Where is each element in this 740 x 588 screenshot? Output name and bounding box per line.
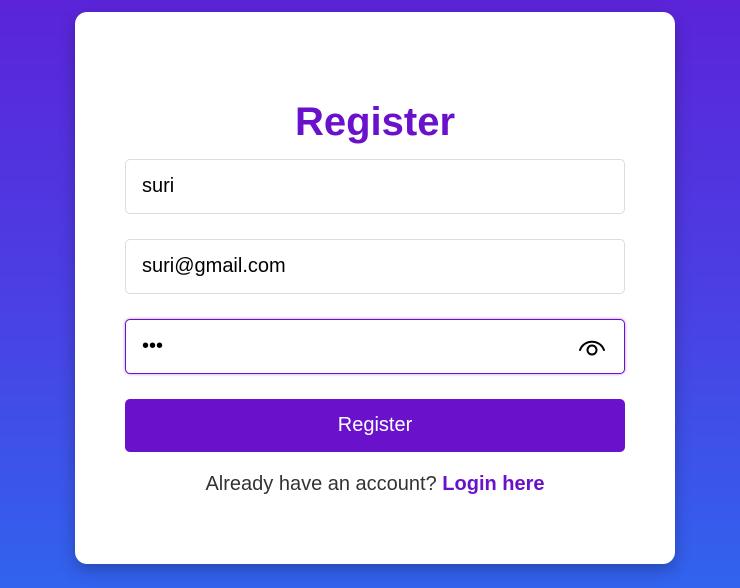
page-title: Register bbox=[294, 100, 456, 144]
password-field[interactable] bbox=[125, 319, 625, 374]
login-link[interactable]: Login here bbox=[442, 473, 544, 495]
username-field[interactable] bbox=[125, 159, 625, 214]
register-card: Register Register Already have an accoun… bbox=[75, 12, 675, 564]
username-input[interactable] bbox=[126, 160, 562, 213]
register-button[interactable]: Register bbox=[125, 399, 625, 452]
password-input[interactable] bbox=[126, 320, 562, 373]
email-field[interactable] bbox=[125, 239, 625, 294]
login-prompt: Already have an account? Login here bbox=[75, 470, 675, 498]
eye-icon[interactable] bbox=[578, 334, 606, 358]
login-prompt-text: Already have an account? bbox=[205, 473, 437, 495]
email-input[interactable] bbox=[126, 240, 562, 293]
